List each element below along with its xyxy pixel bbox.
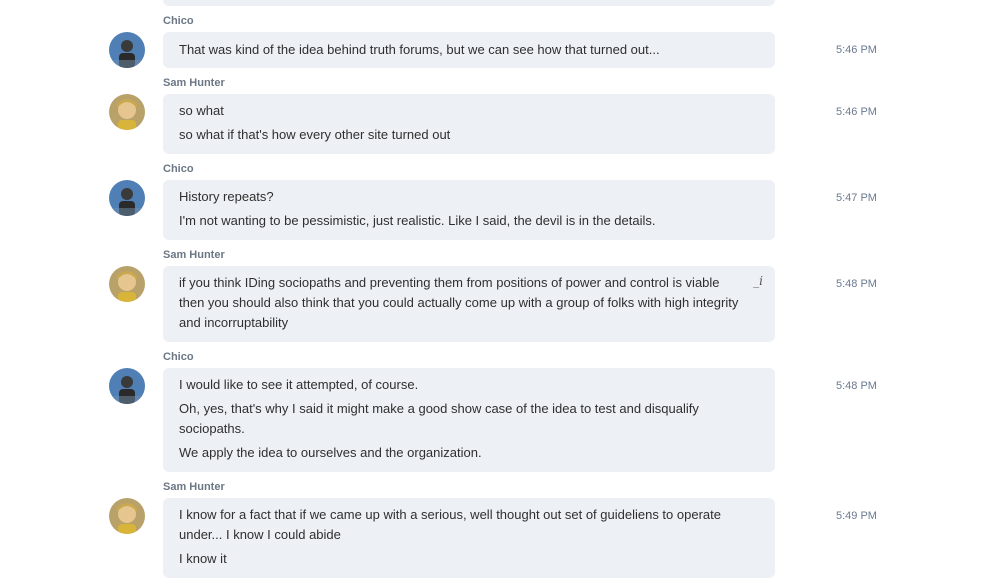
message-timestamp: 5:47 PM — [836, 192, 877, 204]
chat-transcript: Chico That was kind of the idea behind t… — [0, 0, 984, 582]
message-timestamp: 5:46 PM — [836, 106, 877, 118]
message-text: That was kind of the idea behind truth f… — [179, 42, 660, 57]
message-text: so what — [179, 103, 224, 118]
message-bubble[interactable]: if you think IDing sociopaths and preven… — [163, 266, 775, 342]
message-text: I'm not wanting to be pessimistic, just … — [179, 213, 656, 228]
message-text: I would like to see it attempted, of cou… — [179, 377, 419, 392]
message-bubble[interactable]: History repeats? I'm not wanting to be p… — [163, 180, 775, 240]
avatar-chico[interactable] — [109, 180, 145, 216]
message-timestamp: 5:46 PM — [836, 44, 877, 56]
message-timestamp: 5:49 PM — [836, 510, 877, 522]
avatar-sam-hunter[interactable] — [109, 94, 145, 130]
message-text: I know it — [179, 551, 227, 566]
message-text: History repeats? — [179, 189, 274, 204]
sender-name: Sam Hunter — [163, 481, 225, 493]
sender-name: Chico — [163, 351, 194, 363]
message-text: if you think IDing sociopaths and preven… — [179, 275, 739, 330]
avatar-chico[interactable] — [109, 32, 145, 68]
message-text: We apply the idea to ourselves and the o… — [179, 445, 482, 460]
message-bubble[interactable]: I know for a fact that if we came up wit… — [163, 498, 775, 578]
edit-pencil-icon[interactable]: _𝑖 — [753, 274, 763, 288]
sender-name: Sam Hunter — [163, 249, 225, 261]
message-text: so what if that's how every other site t… — [179, 127, 451, 142]
avatar-chico[interactable] — [109, 368, 145, 404]
message-text: I know for a fact that if we came up wit… — [179, 507, 721, 542]
message-bubble[interactable]: I would like to see it attempted, of cou… — [163, 368, 775, 472]
message-timestamp: 5:48 PM — [836, 278, 877, 290]
avatar-sam-hunter[interactable] — [109, 266, 145, 302]
previous-message-bubble — [163, 0, 775, 6]
message-bubble[interactable]: so what so what if that's how every othe… — [163, 94, 775, 154]
sender-name: Chico — [163, 163, 194, 175]
sender-name: Chico — [163, 15, 194, 27]
message-timestamp: 5:48 PM — [836, 380, 877, 392]
message-text: Oh, yes, that's why I said it might make… — [179, 401, 699, 436]
sender-name: Sam Hunter — [163, 77, 225, 89]
message-bubble[interactable]: That was kind of the idea behind truth f… — [163, 32, 775, 68]
avatar-sam-hunter[interactable] — [109, 498, 145, 534]
